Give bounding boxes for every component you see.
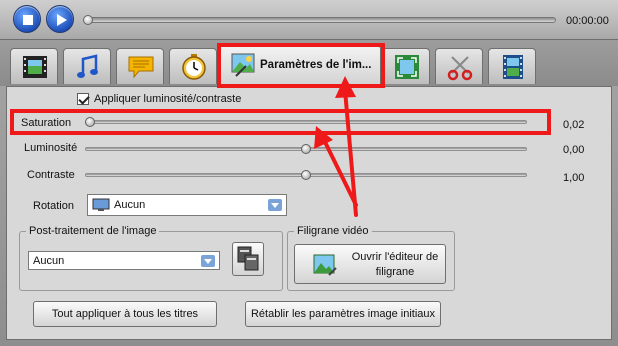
annotation-arrowhead-up <box>335 76 356 98</box>
annotation-arrowhead-down <box>314 126 333 149</box>
annotation-arrows <box>314 76 358 217</box>
